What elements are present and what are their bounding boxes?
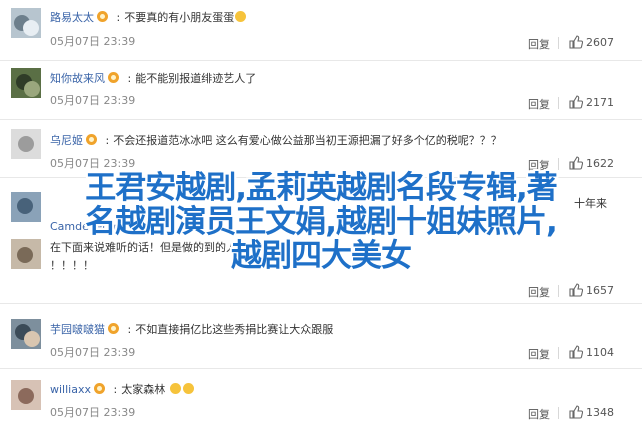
vip-badge-icon	[86, 134, 97, 145]
colon-separator: :	[113, 383, 118, 396]
avatar[interactable]	[11, 8, 41, 38]
like-count: 1348	[586, 406, 614, 419]
reply-button[interactable]: 回复	[528, 346, 550, 362]
vip-badge-icon	[108, 323, 119, 334]
vip-badge-icon	[108, 72, 119, 83]
comment-username[interactable]: 路易太太 : 不要真的有小朋友蛋蛋	[50, 9, 247, 25]
like-count: 1657	[586, 284, 614, 297]
colon-separator: :	[127, 323, 132, 336]
reply-button[interactable]: 回复	[528, 96, 550, 112]
avatar[interactable]	[11, 68, 41, 98]
comment-item: 知你故来风 : 能不能别报道绯迹艺人了 05月07日 23:39 回复 2171	[0, 60, 642, 120]
reply-button[interactable]: 回复	[528, 406, 550, 422]
comment-item: 路易太太 : 不要真的有小朋友蛋蛋 05月07日 23:39 回复 2607	[0, 0, 642, 61]
avatar[interactable]	[11, 319, 41, 349]
comment-time: 05月07日 23:39	[50, 346, 136, 359]
colon-separator: :	[116, 11, 121, 24]
colon-separator: :	[105, 134, 110, 147]
emoji-icon	[182, 383, 194, 394]
username-text[interactable]: 知你故来风	[50, 72, 105, 85]
comment-username[interactable]: 乌尼姬 : 不会还报道范冰冰吧 这么有爱心做公益那当初王源把漏了好多个亿的税呢？？…	[50, 132, 502, 148]
divider	[558, 347, 559, 359]
like-count: 2171	[586, 96, 614, 109]
comment-time: 05月07日 23:39	[50, 406, 136, 419]
emoji-icon	[169, 383, 181, 394]
reply-button[interactable]: 回复	[528, 36, 550, 52]
avatar[interactable]	[11, 129, 41, 159]
divider	[558, 407, 559, 419]
comment-text: 能不能别报道绯迹艺人了	[135, 72, 257, 85]
thumbs-up-icon[interactable]	[569, 283, 583, 297]
comment-text: 不如直接捐亿比这些秀捐比赛让大众跟服	[135, 323, 334, 336]
like-count: 1104	[586, 346, 614, 359]
vip-badge-icon	[93, 383, 105, 394]
emoji-icon	[235, 11, 247, 22]
comment-time: 05月07日 23:39	[50, 35, 136, 48]
username-text[interactable]: 乌尼姬	[50, 134, 83, 147]
vip-badge-icon	[97, 11, 108, 22]
comment-username[interactable]: 知你故来风 : 能不能别报道绯迹艺人了	[50, 70, 256, 86]
thumbs-up-icon[interactable]	[569, 35, 583, 49]
avatar[interactable]	[11, 380, 41, 410]
username-text[interactable]: williaxx	[50, 383, 91, 396]
colon-separator: :	[127, 72, 132, 85]
comment-text: 太家森林	[121, 383, 169, 396]
comment-item: williaxx : 太家森林 05月07日 23:39 回复 1348	[0, 368, 642, 424]
like-count: 2607	[586, 36, 614, 49]
comment-time: 05月07日 23:39	[50, 94, 136, 107]
thumbs-up-icon[interactable]	[569, 405, 583, 419]
divider	[558, 285, 559, 297]
comment-username[interactable]: 芋园啵啵猫 : 不如直接捐亿比这些秀捐比赛让大众跟服	[50, 321, 333, 337]
comment-text: 不会还报道范冰冰吧 这么有爱心做公益那当初王源把漏了好多个亿的税呢？？？	[113, 134, 502, 147]
thumbs-up-icon[interactable]	[569, 95, 583, 109]
username-text[interactable]: 芋园啵啵猫	[50, 323, 105, 336]
divider	[558, 97, 559, 109]
divider	[558, 37, 559, 49]
overlay-title-line3: 越剧四大美女	[231, 238, 412, 274]
reply-button[interactable]: 回复	[528, 284, 550, 300]
comment-username[interactable]: williaxx : 太家森林	[50, 381, 195, 397]
comment-text: 不要真的有小朋友蛋蛋	[124, 11, 235, 24]
comment-item: 芋园啵啵猫 : 不如直接捐亿比这些秀捐比赛让大众跟服 05月07日 23:39 回…	[0, 303, 642, 369]
thumbs-up-icon[interactable]	[569, 345, 583, 359]
username-text[interactable]: 路易太太	[50, 11, 94, 24]
